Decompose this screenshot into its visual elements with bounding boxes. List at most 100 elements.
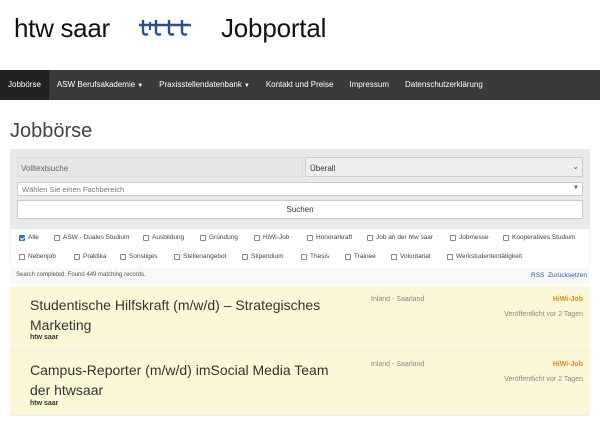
nav-item-label: Datenschutzerklärung (404, 80, 483, 89)
nav-item-label: ASW Berufsakademie (56, 80, 136, 89)
filter-nebenjob[interactable]: Nebenjob (19, 253, 56, 260)
job-title-link[interactable]: Studentische Hilfskraft (m/w/d) – Strate… (30, 295, 350, 335)
checkbox-icon[interactable] (254, 234, 260, 241)
filter-label: Sonstiges (129, 253, 158, 260)
nav-item-datenschutz[interactable]: Datenschutzerklärung (397, 70, 491, 100)
checkbox-icon[interactable] (447, 253, 453, 260)
filter-label: Volontariat (400, 253, 431, 260)
filter-label: Werkstudententätigkeit (456, 253, 522, 260)
checkbox-icon[interactable] (174, 253, 180, 260)
department-select-placeholder: Wählen Sie einen Fachbereich (22, 185, 125, 194)
filter-volontariat[interactable]: Volontariat (391, 253, 431, 260)
filter-label: ASW - Duales Studium (63, 234, 130, 241)
job-location: Inland - Saarland (371, 296, 425, 303)
checkbox-icon[interactable] (301, 253, 307, 260)
job-listing-item[interactable]: Campus-Reporter (m/w/d) imSocial Media T… (10, 351, 590, 415)
filter-alle[interactable]: Alle (19, 234, 39, 241)
filter-werkstudent[interactable]: Werkstudententätigkeit (447, 253, 522, 260)
filter-label: Stellenangebot (183, 253, 227, 260)
job-published-date: Veröffentlicht vor 2 Tagen (504, 311, 583, 318)
filter-trainee[interactable]: Trainee (345, 253, 376, 260)
job-listing-item[interactable]: Studentische Hilfskraft (m/w/d) – Strate… (10, 286, 590, 350)
job-type-badge: HiWi-Job (552, 296, 583, 303)
nav-item-asw[interactable]: ASW Berufsakademie ▼ (49, 70, 151, 100)
nav-item-label: Kontakt und Preise (265, 80, 334, 89)
caret-down-icon: ▼ (573, 185, 579, 191)
checkbox-icon[interactable] (19, 253, 25, 260)
checkbox-icon[interactable] (242, 253, 248, 260)
region-select[interactable]: Überall ⌄ (305, 157, 583, 177)
filter-asw[interactable]: ASW - Duales Studium (54, 234, 129, 241)
checkbox-icon[interactable] (200, 234, 206, 241)
main-nav: Jobbörse ASW Berufsakademie ▼ Praxisstell… (0, 70, 600, 100)
nav-item-kontakt[interactable]: Kontakt und Preise (258, 70, 342, 100)
job-type-filters: Alle ASW - Duales Studium Ausbildung Grü… (10, 229, 590, 267)
filter-ausbildung[interactable]: Ausbildung (143, 234, 184, 241)
search-button[interactable]: Suchen (17, 200, 583, 219)
filter-honorarkraft[interactable]: Honorarkraft (307, 234, 352, 241)
filter-label: Alle (28, 234, 39, 241)
reset-link[interactable]: Zurücksetzen (548, 272, 587, 279)
filter-sonstiges[interactable]: Sonstiges (120, 253, 158, 260)
filter-jobmesse[interactable]: Jobmesse (450, 234, 489, 241)
filter-stellenangebot[interactable]: Stellenangebot (174, 253, 226, 260)
nav-item-label: Jobbörse (8, 80, 41, 89)
nav-item-impressum[interactable]: Impressum (341, 70, 397, 100)
search-panel: Volltextsuche Überall ⌄ Wählen Sie einen… (10, 149, 590, 229)
filter-gruendung[interactable]: Gründung (200, 234, 238, 241)
brand-name[interactable]: htw saar (14, 13, 110, 44)
job-published-date: Veröffentlicht vor 2 Tagen (504, 376, 583, 383)
filter-praktika[interactable]: Praktika (74, 253, 106, 260)
filter-stipendium[interactable]: Stipendium (242, 253, 284, 260)
nav-item-praxisstellen[interactable]: Praxisstellendatenbank ▼ (151, 70, 258, 100)
filter-label: Job an der htw saar (376, 234, 434, 241)
filter-label: Ausbildung (152, 234, 185, 241)
checkbox-icon[interactable] (450, 234, 456, 241)
checkbox-icon[interactable] (143, 234, 149, 241)
checkbox-icon[interactable] (391, 253, 397, 260)
filter-thesis[interactable]: Thesis (301, 253, 329, 260)
filter-label: Gründung (209, 234, 238, 241)
page-title: Jobbörse (10, 120, 93, 142)
checkbox-icon[interactable] (345, 253, 351, 260)
filter-label: Honorarkraft (316, 234, 353, 241)
chevron-down-icon: ⌄ (572, 162, 579, 171)
filter-kooperatives-studium[interactable]: Kooperatives Studium (503, 234, 576, 241)
chevron-down-icon: ▼ (243, 83, 250, 89)
portal-title: Jobportal (221, 13, 327, 43)
filter-label: Stipendium (251, 253, 284, 260)
checkbox-icon[interactable] (367, 234, 373, 241)
filter-label: Kooperatives Studium (512, 234, 576, 241)
search-status-bar: Search completed. Found 449 matching rec… (10, 268, 590, 284)
filter-label: Thesis (310, 253, 330, 260)
htw-wave-logo-icon[interactable] (138, 17, 192, 39)
checkbox-checked-icon[interactable] (19, 234, 25, 241)
chevron-down-icon: ▼ (137, 83, 144, 89)
filter-label: Trainee (354, 253, 376, 260)
department-select[interactable]: Wählen Sie einen Fachbereich ▼ (17, 182, 583, 196)
checkbox-icon[interactable] (307, 234, 313, 241)
job-separator (10, 415, 590, 416)
fulltext-search-input[interactable]: Volltextsuche (17, 157, 303, 177)
filter-label: Praktika (83, 253, 107, 260)
job-company: htw saar (30, 400, 59, 407)
checkbox-icon[interactable] (54, 234, 60, 241)
search-status-text: Search completed. Found 449 matching rec… (16, 272, 146, 278)
checkbox-icon[interactable] (74, 253, 80, 260)
filter-label: HiWi-Job (263, 234, 290, 241)
rss-link[interactable]: RSS (531, 272, 544, 279)
filter-job-htw[interactable]: Job an der htw saar (367, 234, 433, 241)
filter-label: Jobmesse (459, 234, 489, 241)
job-title-link[interactable]: Campus-Reporter (m/w/d) imSocial Media T… (30, 360, 350, 400)
job-company: htw saar (30, 334, 59, 341)
job-location: Inland - Saarland (371, 361, 425, 368)
filter-hiwi[interactable]: HiWi-Job (254, 234, 289, 241)
filter-label: Nebenjob (28, 253, 56, 260)
nav-item-jobboerse[interactable]: Jobbörse (0, 70, 49, 100)
checkbox-icon[interactable] (503, 234, 509, 241)
checkbox-icon[interactable] (120, 253, 126, 260)
nav-item-label: Praxisstellendatenbank (159, 80, 242, 89)
region-select-value: Überall (310, 164, 336, 173)
site-header: htw saar Jobportal (0, 0, 600, 70)
nav-item-label: Impressum (349, 80, 389, 89)
